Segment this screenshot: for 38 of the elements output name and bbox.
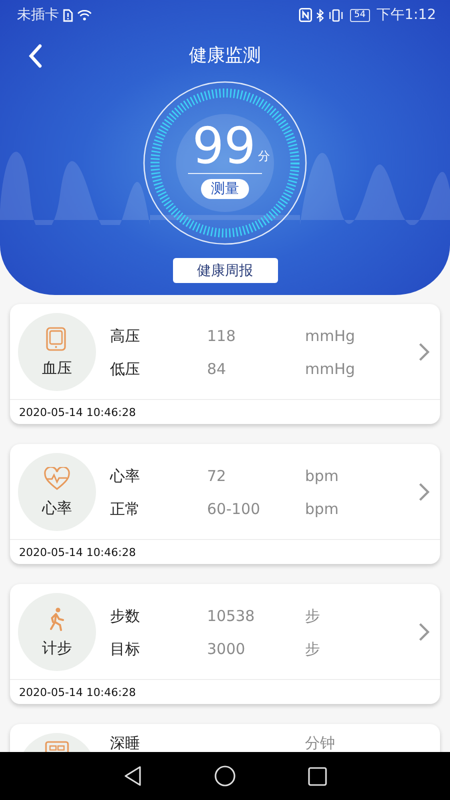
metric-value: 10538 bbox=[207, 606, 256, 626]
metric-value: 60-100 bbox=[207, 499, 262, 519]
metric-value: 3000 bbox=[207, 639, 246, 659]
metric-label: 正常 bbox=[110, 499, 141, 519]
carrier-text: 未插卡 bbox=[17, 6, 59, 24]
metric-label: 低压 bbox=[110, 359, 141, 379]
health-card[interactable]: 心率 心率 72 bpm 正常 60-100 bpm 2020-05-14 10:46:28 bbox=[10, 444, 440, 564]
metric-value: 84 bbox=[207, 359, 228, 379]
timestamp-text: 2020-05-14 10:46:28 bbox=[19, 546, 136, 558]
metric-label: 目标 bbox=[110, 639, 141, 659]
health-card[interactable]: 深睡 分钟 bbox=[10, 724, 440, 752]
metric-unit: 分钟 bbox=[305, 733, 336, 752]
battery-level: 54 bbox=[350, 8, 370, 22]
metric-label: 高压 bbox=[110, 326, 141, 346]
weekly-report-button[interactable]: 健康周报 bbox=[172, 258, 278, 283]
metric-value: 72 bbox=[207, 466, 228, 486]
metric-unit: mmHg bbox=[305, 359, 356, 379]
score-value: 99 bbox=[192, 121, 256, 171]
score-unit: 分 bbox=[258, 148, 270, 165]
health-card[interactable]: 血压 高压 118 mmHg 低压 84 mmHg 2020-05-14 10:46:28 bbox=[10, 304, 440, 424]
metric-unit: 步 bbox=[305, 639, 321, 659]
timestamp-text: 2020-05-14 10:46:28 bbox=[19, 686, 136, 698]
category-name: 血压 bbox=[42, 358, 72, 378]
timestamp-text: 2020-05-14 10:46:28 bbox=[19, 406, 136, 418]
category-name: 计步 bbox=[42, 638, 72, 658]
health-card[interactable]: 计步 步数 10538 步 目标 3000 步 2020-05-14 10:46:28 bbox=[10, 584, 440, 704]
metric-label: 步数 bbox=[110, 606, 141, 626]
page-title: 健康监测 bbox=[189, 44, 261, 67]
measure-button[interactable]: 测量 bbox=[201, 179, 249, 199]
metric-unit: bpm bbox=[305, 466, 340, 486]
metric-unit: mmHg bbox=[305, 326, 356, 346]
category-name: 心率 bbox=[42, 498, 72, 518]
metric-label: 深睡 bbox=[110, 733, 141, 752]
metric-unit: 步 bbox=[305, 606, 321, 626]
metric-value: 118 bbox=[207, 326, 237, 346]
metric-unit: bpm bbox=[305, 499, 340, 519]
metric-label: 心率 bbox=[110, 466, 141, 486]
clock-text: 下午1:12 bbox=[376, 6, 436, 24]
